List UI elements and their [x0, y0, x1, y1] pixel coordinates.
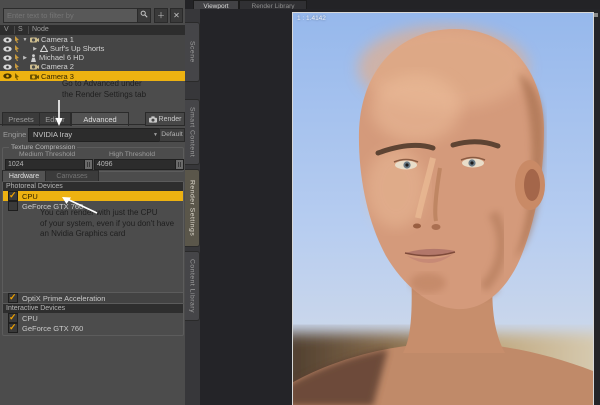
node-label: Surf's Up Shorts [50, 44, 105, 53]
side-tab-render-settings[interactable]: Render Settings [185, 169, 200, 247]
viewport-area: 1 : 1.4142 [200, 9, 600, 405]
pointer-icon[interactable] [14, 45, 20, 52]
chevron-right-icon[interactable]: ▶ [32, 46, 38, 52]
filter-clear-button[interactable]: ✕ [170, 8, 183, 23]
rendered-portrait [293, 13, 593, 405]
search-button[interactable] [137, 8, 151, 23]
pointer-icon[interactable] [14, 63, 20, 70]
device-row-gtx760-interactive[interactable]: GeForce GTX 760 [3, 322, 183, 333]
pointer-icon[interactable] [14, 36, 20, 43]
camera-icon [30, 63, 39, 70]
daz-studio-window: Viewport Render Library ＋ ✕ V S Node ▼ C… [0, 0, 600, 405]
photoreal-devices-group: Photoreal Devices CPU GeForce GTX 760 Op… [2, 181, 184, 304]
tree-row-surfs-up-shorts[interactable]: ▶ Surf's Up Shorts [0, 44, 188, 53]
node-label: Camera 2 [41, 62, 74, 71]
slider-handle[interactable] [84, 160, 92, 169]
node-label: Michael 6 HD [39, 53, 85, 62]
device-row-cpu[interactable]: CPU [3, 190, 183, 201]
pointer-icon[interactable] [14, 54, 20, 61]
pointer-icon[interactable] [14, 72, 20, 80]
chevron-down-icon[interactable]: ▼ [22, 37, 28, 43]
figure-icon [30, 53, 37, 62]
scene-and-render-settings-panel: ＋ ✕ V S Node ▼ Camera 1 ▶ Surf's Up Shor… [0, 0, 188, 405]
plus-icon: ＋ [157, 11, 165, 20]
aspect-ratio-overlay: 1 : 1.4142 [297, 15, 326, 22]
column-node: Node [32, 26, 49, 33]
side-tab-strip: Scene Smart Content Render Settings Cont… [185, 9, 200, 405]
slider-handle[interactable] [175, 160, 183, 169]
optix-row[interactable]: OptiX Prime Acceleration [3, 292, 183, 303]
top-tabbar: Viewport Render Library [185, 0, 600, 10]
close-icon: ✕ [173, 11, 180, 20]
scene-filter-input[interactable] [3, 8, 142, 23]
device-row-cpu-interactive[interactable]: CPU [3, 312, 183, 323]
options-icon[interactable] [594, 13, 598, 17]
eye-icon[interactable] [3, 36, 12, 43]
camera-icon [30, 73, 39, 80]
node-label: Camera 1 [41, 35, 74, 44]
tree-row-michael-6-hd[interactable]: ▶ Michael 6 HD [0, 53, 188, 62]
prop-icon [39, 44, 49, 52]
filter-add-button[interactable]: ＋ [154, 8, 168, 23]
search-icon [140, 10, 148, 18]
eye-icon[interactable] [3, 45, 12, 52]
checkbox-checked[interactable] [8, 322, 18, 333]
eye-icon[interactable] [3, 73, 12, 79]
medium-threshold-slider[interactable]: 1024 [5, 159, 93, 170]
eye-icon[interactable] [3, 63, 12, 70]
default-button[interactable]: Default [159, 128, 185, 142]
checkbox-checked[interactable] [8, 292, 18, 303]
camera-icon [30, 36, 39, 43]
side-tab-smart-content[interactable]: Smart Content [185, 99, 200, 165]
side-tab-content-library[interactable]: Content Library [185, 251, 200, 321]
medium-threshold-label: Medium Threshold [19, 151, 76, 158]
chevron-down-icon: ▼ [153, 132, 158, 138]
texture-compression-group: Texture Compression Medium Threshold Hig… [2, 144, 184, 172]
interactive-devices-header: Interactive Devices [3, 304, 183, 313]
engine-dropdown[interactable]: NVIDIA Iray ▼ [28, 128, 162, 142]
tree-row-camera-1[interactable]: ▼ Camera 1 [0, 35, 188, 44]
annotation-go-to-advanced: Go to Advanced under the Render Settings… [62, 79, 147, 99]
high-threshold-slider[interactable]: 4096 [94, 159, 184, 170]
interactive-devices-group: Interactive Devices CPU GeForce GTX 760 [2, 303, 184, 336]
tree-row-camera-2[interactable]: Camera 2 [0, 62, 188, 71]
eye-icon[interactable] [3, 54, 12, 61]
render-camera-icon [148, 115, 157, 123]
column-visible: V [4, 26, 9, 33]
high-threshold-label: High Threshold [109, 151, 155, 158]
checkbox-checked[interactable] [8, 190, 18, 201]
render-button[interactable]: Render [145, 112, 185, 126]
viewport-option-icons[interactable] [594, 13, 600, 17]
scene-tree-header: V S Node [0, 25, 185, 35]
column-selectable: S [18, 26, 23, 33]
engine-label: Engine [3, 130, 27, 139]
checkbox-unchecked[interactable] [8, 201, 18, 211]
chevron-right-icon[interactable]: ▶ [22, 55, 28, 61]
annotation-cpu-render: You can render with just the CPU of your… [40, 208, 175, 238]
render-frame[interactable]: 1 : 1.4142 [292, 12, 594, 405]
side-tab-scene[interactable]: Scene [185, 22, 200, 82]
photoreal-devices-header: Photoreal Devices [3, 182, 183, 191]
